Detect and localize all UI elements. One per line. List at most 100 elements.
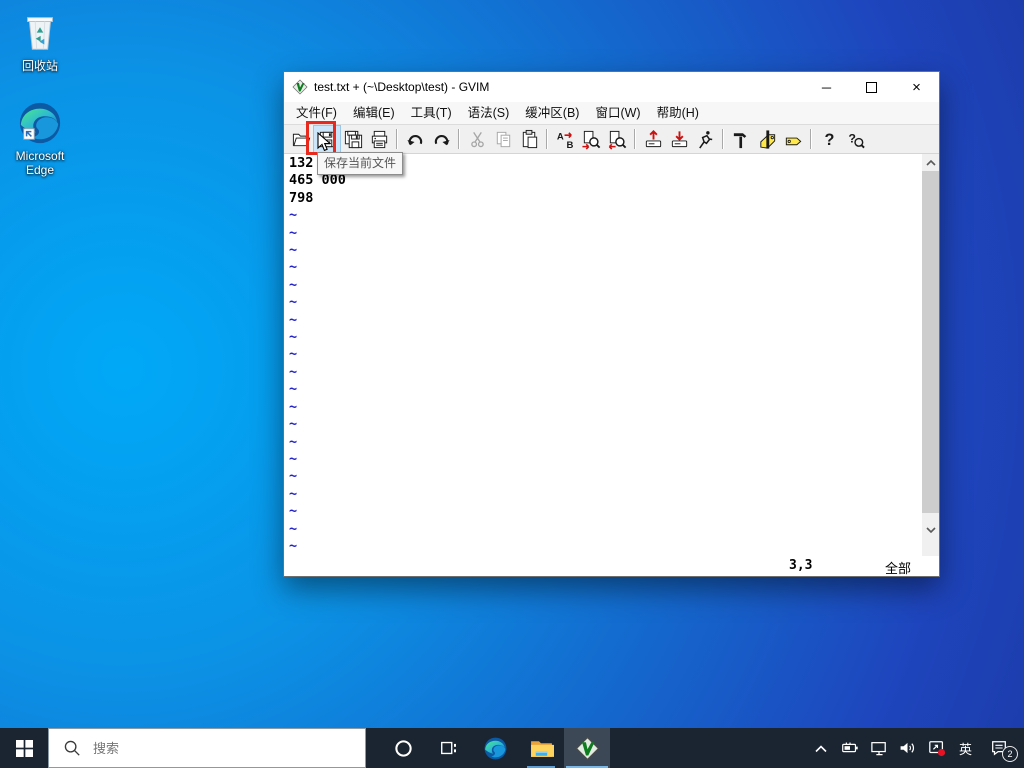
scroll-up-button[interactable] xyxy=(922,154,939,171)
tilde-line: ~ xyxy=(289,259,298,276)
toolbar-copy-button[interactable] xyxy=(490,126,516,152)
toolbar-separator xyxy=(810,129,812,149)
close-icon: × xyxy=(912,78,921,96)
cursor-position: 3,3 xyxy=(789,558,813,573)
copy-icon xyxy=(496,131,510,147)
find-next-icon xyxy=(581,130,600,150)
taskbar-file-explorer-button[interactable] xyxy=(518,728,564,768)
system-tray: 英 2 xyxy=(806,728,1024,768)
tilde-line: ~ xyxy=(289,207,298,224)
maximize-button[interactable] xyxy=(849,72,894,102)
toolbar-find-next-button[interactable] xyxy=(578,126,604,152)
tilde-line: ~ xyxy=(289,346,298,363)
start-button[interactable] xyxy=(0,728,48,768)
edge-icon xyxy=(19,102,61,144)
jump-to-tag-icon xyxy=(785,137,801,145)
save-all-icon xyxy=(344,130,362,148)
minimize-icon: ─ xyxy=(821,79,832,95)
toolbar-separator xyxy=(722,129,724,149)
toolbar-run-script-button[interactable] xyxy=(692,126,718,152)
toolbar-make-button[interactable] xyxy=(728,126,754,152)
tilde-line: ~ xyxy=(289,363,298,380)
scrollbar-thumb[interactable] xyxy=(922,171,939,513)
toolbar-paste-button[interactable] xyxy=(516,126,542,152)
help-icon: ? xyxy=(824,131,834,149)
svg-text:?: ? xyxy=(824,131,834,149)
menu-item-3[interactable]: 语法(S) xyxy=(460,102,518,124)
taskbar-task-view-button[interactable] xyxy=(426,728,472,768)
taskbar-search[interactable] xyxy=(48,728,366,768)
toolbar-separator xyxy=(396,129,398,149)
tray-network-button[interactable] xyxy=(864,728,893,768)
taskbar-cortana-button[interactable] xyxy=(380,728,426,768)
tray-chevron-up-button[interactable] xyxy=(806,728,835,768)
chevron-down-icon xyxy=(925,526,936,533)
toolbar-find-replace-button[interactable]: AB xyxy=(552,126,578,152)
toolbar-cut-button[interactable] xyxy=(464,126,490,152)
menu-item-4[interactable]: 缓冲区(B) xyxy=(517,102,587,124)
task-view-icon xyxy=(441,741,456,755)
editor-line-3: 798 xyxy=(289,189,314,206)
screen-app-icon xyxy=(928,741,945,757)
minimize-button[interactable]: ─ xyxy=(804,72,849,102)
editor-line-2: 465 000 xyxy=(289,172,346,189)
gvim-window: test.txt + (~\Desktop\test) - GVIM ─ × 文… xyxy=(283,71,940,577)
editor-area[interactable]: 132 465 000 798 ~ ~ ~ ~ ~ ~ ~ ~ ~ ~ ~ ~ ~ ~ ~ ~ ~ ~ ~ ~ xyxy=(284,154,939,556)
tray-screen-app-button[interactable] xyxy=(922,728,951,768)
taskbar-gvim-button[interactable] xyxy=(564,728,610,768)
toolbar-help-button[interactable]: ? xyxy=(816,126,842,152)
chevron-up-icon xyxy=(925,159,936,166)
gvim-titlebar[interactable]: test.txt + (~\Desktop\test) - GVIM ─ × xyxy=(284,72,939,102)
tilde-line: ~ xyxy=(289,485,298,502)
language-indicator: 英 xyxy=(958,741,972,757)
close-button[interactable]: × xyxy=(894,72,939,102)
toolbar-find-help-button[interactable]: ? xyxy=(842,126,868,152)
toolbar-print-button[interactable] xyxy=(366,126,392,152)
menu-item-6[interactable]: 帮助(H) xyxy=(649,102,707,124)
vertical-scrollbar[interactable] xyxy=(922,154,939,556)
mouse-cursor-icon xyxy=(317,132,331,152)
file-explorer-icon xyxy=(530,740,554,757)
tray-volume-button[interactable] xyxy=(893,728,922,768)
taskbar: 英 2 xyxy=(0,728,1024,768)
find-help-icon: ? xyxy=(848,131,865,148)
desktop-icon-label: Microsoft Edge xyxy=(15,149,65,177)
save-session-icon xyxy=(671,130,687,147)
cortana-icon xyxy=(394,739,412,757)
tilde-line: ~ xyxy=(289,329,298,346)
svg-text:A: A xyxy=(556,131,563,142)
scroll-down-button[interactable] xyxy=(922,521,939,538)
tilde-line: ~ xyxy=(289,503,298,520)
undo-icon xyxy=(406,134,422,145)
toolbar-save-session-button[interactable] xyxy=(666,126,692,152)
desktop-icon-label: 回收站 xyxy=(21,59,58,73)
tray-battery-button[interactable] xyxy=(835,728,864,768)
gvim-toolbar: A B?? xyxy=(284,124,939,154)
toolbar-save-all-button[interactable] xyxy=(340,126,366,152)
desktop[interactable]: 回收站 Microsoft Edge test.txt + (~\Desktop… xyxy=(0,0,1024,768)
toolbar-jump-to-tag-button[interactable] xyxy=(780,126,806,152)
paste-icon xyxy=(522,129,537,148)
toolbar-build-tags-button[interactable] xyxy=(754,126,780,152)
toolbar-find-prev-button[interactable] xyxy=(604,126,630,152)
print-icon xyxy=(371,130,387,148)
desktop-icon-recycle-bin[interactable]: 回收站 xyxy=(1,8,79,73)
desktop-icon-edge[interactable]: Microsoft Edge xyxy=(1,100,79,177)
toolbar-load-session-button[interactable] xyxy=(640,126,666,152)
vim-icon xyxy=(575,736,599,760)
find-prev-icon xyxy=(608,130,626,150)
toolbar-undo-button[interactable] xyxy=(402,126,428,152)
menu-item-2[interactable]: 工具(T) xyxy=(403,102,460,124)
notification-badge: 2 xyxy=(1002,746,1018,762)
toolbar-redo-button[interactable] xyxy=(428,126,454,152)
editor-tildes: ~ ~ ~ ~ ~ ~ ~ ~ ~ ~ ~ ~ ~ ~ ~ ~ ~ ~ ~ ~ xyxy=(284,207,939,555)
tray-notifications-button[interactable]: 2 xyxy=(980,728,1018,768)
tilde-line: ~ xyxy=(289,468,298,485)
menu-item-5[interactable]: 窗口(W) xyxy=(587,102,648,124)
taskbar-edge-button[interactable] xyxy=(472,728,518,768)
load-session-icon xyxy=(645,129,661,147)
search-input[interactable] xyxy=(91,739,325,757)
menu-item-1[interactable]: 编辑(E) xyxy=(345,102,403,124)
svg-text:B: B xyxy=(566,140,573,150)
tray-language-button[interactable]: 英 xyxy=(951,728,980,768)
